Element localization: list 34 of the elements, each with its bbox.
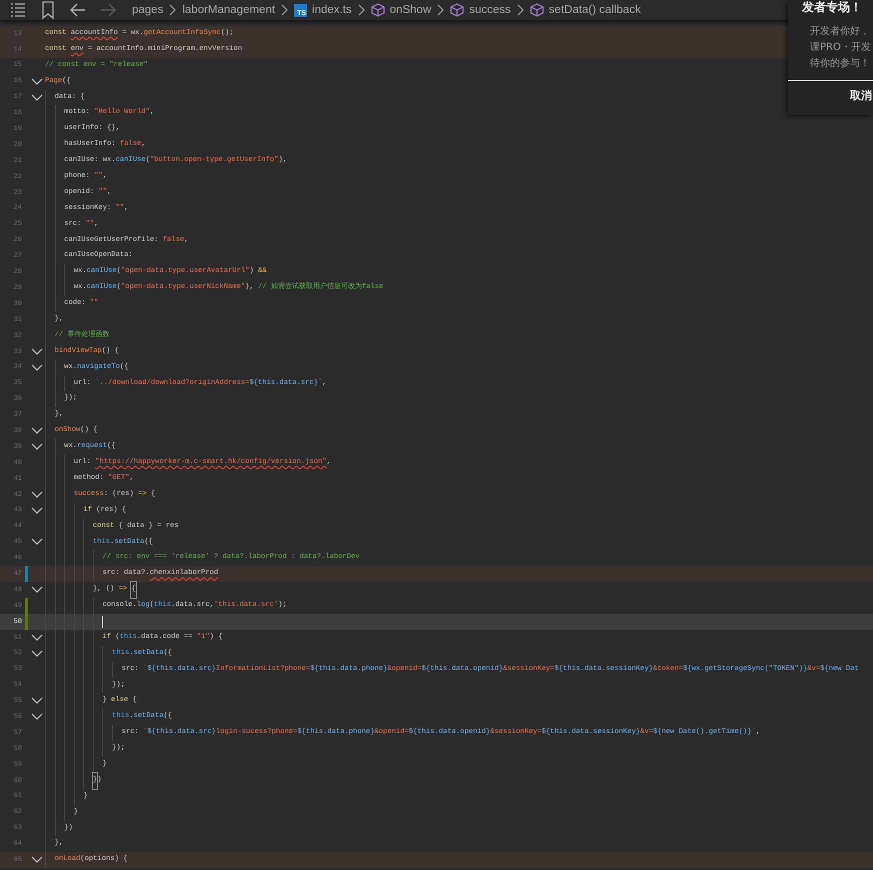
fold-toggle-icon[interactable] xyxy=(31,78,43,86)
chevron-right-icon xyxy=(437,4,444,16)
notification-text: 课PRO・开发 xyxy=(810,41,872,55)
fold-toggle-icon[interactable] xyxy=(31,650,43,658)
fold-toggle-icon[interactable] xyxy=(31,634,43,642)
fold-toggle-icon[interactable] xyxy=(31,856,43,864)
chevron-right-icon xyxy=(516,4,524,16)
fold-toggle-icon[interactable] xyxy=(31,586,43,594)
notification-text: 开发者你好， xyxy=(810,24,871,39)
chevron-right-icon xyxy=(358,4,365,16)
fold-toggle-icon[interactable] xyxy=(31,427,43,436)
fold-toggle-icon[interactable] xyxy=(31,697,43,706)
fold-toggle-icon[interactable] xyxy=(31,713,43,722)
breadcrumb-item[interactable]: setData() callback xyxy=(548,0,641,20)
cube-icon xyxy=(530,3,544,17)
fold-toggle-icon[interactable] xyxy=(31,538,43,546)
chevron-right-icon xyxy=(281,4,288,16)
breadcrumb-item[interactable]: index.ts xyxy=(312,0,352,20)
chevron-right-icon xyxy=(169,4,176,16)
fold-toggle-icon[interactable] xyxy=(31,348,43,356)
breadcrumb-item[interactable]: onShow xyxy=(390,0,432,20)
cube-icon xyxy=(450,3,464,17)
fold-toggle-icon[interactable] xyxy=(31,94,43,102)
fold-toggle-icon[interactable] xyxy=(31,506,43,515)
breadcrumb-item[interactable]: pages xyxy=(132,0,164,20)
notification-text: 待你的参与！ xyxy=(810,56,871,71)
cube-icon xyxy=(370,3,385,17)
breadcrumb-item[interactable]: success xyxy=(469,0,511,20)
fold-toggle-icon[interactable] xyxy=(31,443,43,452)
notification-title: 发者专场！ xyxy=(800,0,863,16)
cancel-button[interactable]: 取消 xyxy=(788,81,872,104)
breadcrumb-item[interactable]: laborManagement xyxy=(182,0,276,20)
fold-toggle-icon[interactable] xyxy=(31,364,43,372)
fold-toggle-icon[interactable] xyxy=(31,490,43,499)
